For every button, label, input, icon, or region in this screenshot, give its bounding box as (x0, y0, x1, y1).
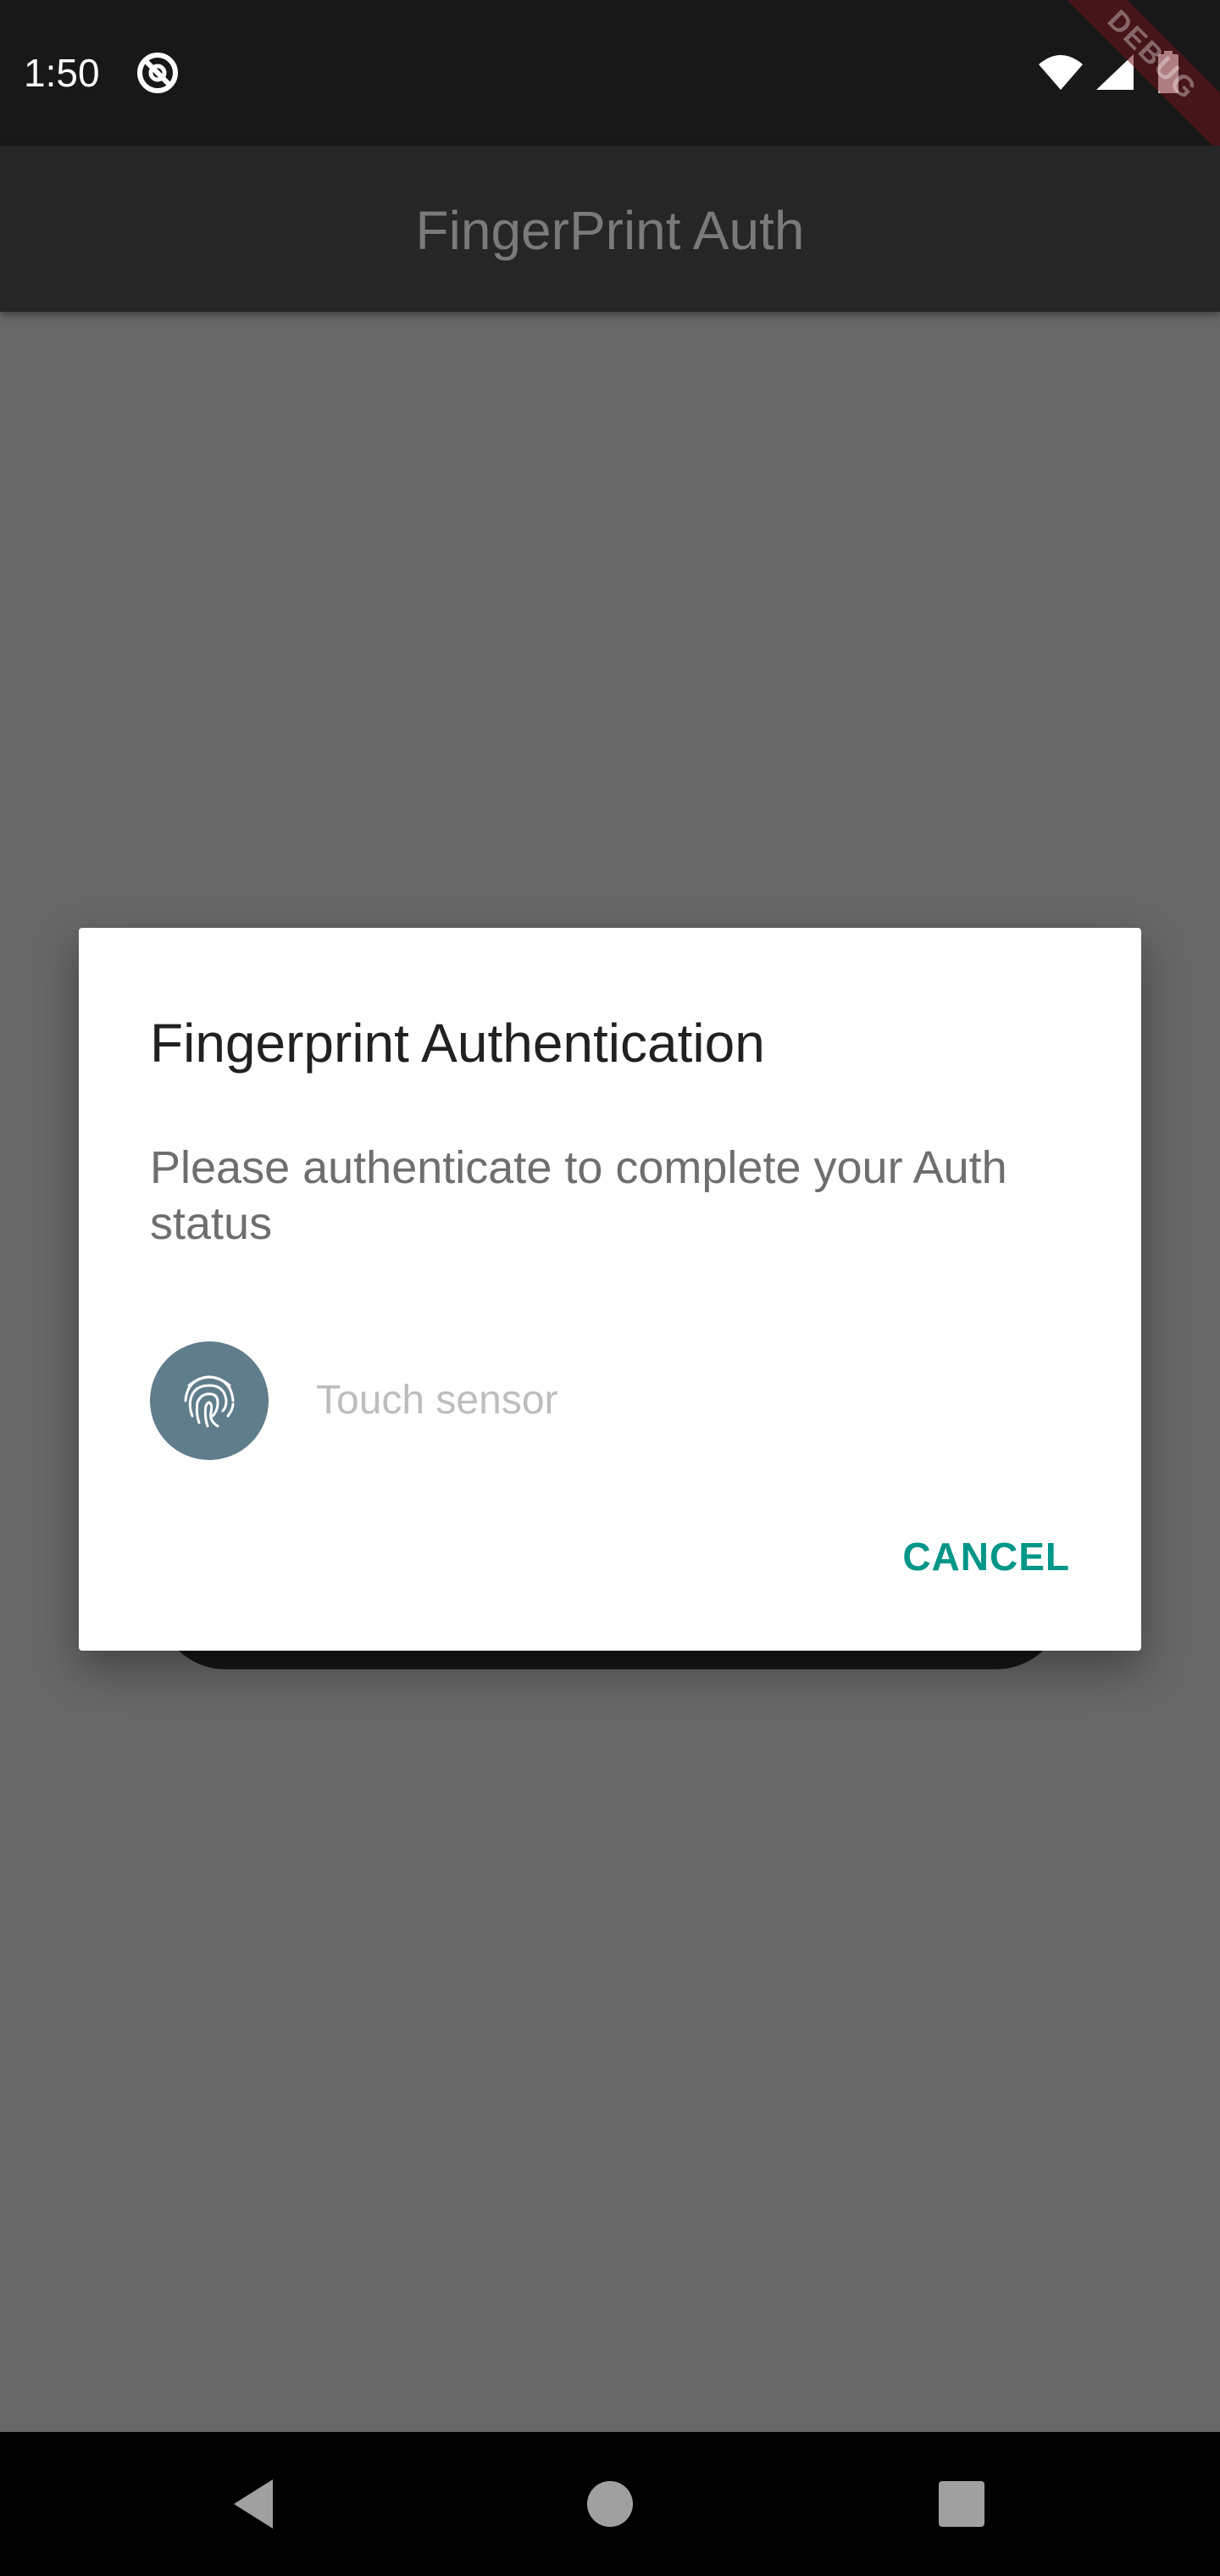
cancel-button[interactable]: CANCEL (902, 1523, 1070, 1591)
back-triangle-icon[interactable] (229, 2474, 280, 2534)
app-bar-title: FingerPrint Auth (415, 200, 805, 261)
fingerprint-badge (150, 1341, 269, 1460)
status-time: 1:50 (24, 51, 100, 95)
wifi-icon (1039, 55, 1083, 90)
navigation-bar (0, 2432, 1220, 2576)
fingerprint-icon (184, 1375, 235, 1428)
dialog-title: Fingerprint Authentication (150, 1013, 765, 1074)
status-bar: 1:50 (0, 0, 1220, 146)
dialog-message: Please authenticate to complete your Aut… (150, 1142, 1007, 1249)
app-bar: FingerPrint Auth (0, 146, 1220, 312)
do-not-disturb-icon (137, 53, 178, 93)
touch-sensor-hint: Touch sensor (316, 1378, 558, 1423)
recents-square-icon[interactable] (939, 2481, 984, 2527)
home-circle-icon[interactable] (587, 2481, 633, 2527)
fingerprint-dialog: Fingerprint Authentication Please authen… (79, 928, 1141, 1651)
